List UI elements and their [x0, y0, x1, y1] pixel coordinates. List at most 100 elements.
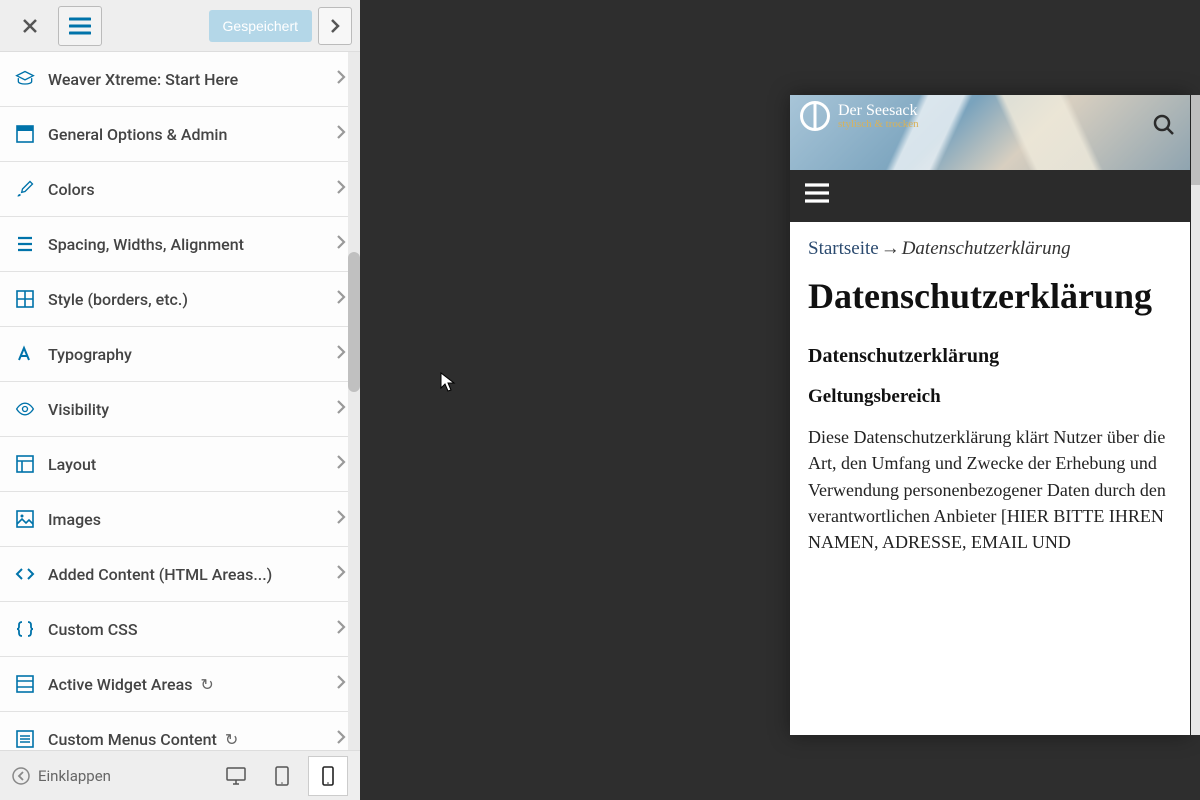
brush-icon: [14, 178, 36, 200]
chevron-right-icon: [336, 124, 346, 145]
search-icon: [1152, 113, 1176, 137]
chevron-right-icon: [330, 18, 340, 34]
logo-icon: [800, 101, 830, 131]
close-button[interactable]: [8, 6, 52, 46]
content-subheading: Geltungsbereich: [808, 386, 1172, 408]
menu-item-panel[interactable]: General Options & Admin: [0, 107, 360, 162]
site-tagline: stylisch & trocken: [838, 119, 919, 130]
menu-item-widget[interactable]: Active Widget Areas ↻: [0, 657, 360, 712]
menu-item-align[interactable]: Spacing, Widths, Alignment: [0, 217, 360, 272]
menu-item-label: Colors: [48, 180, 336, 199]
chevron-right-icon: [336, 289, 346, 310]
chevron-right-icon: [336, 564, 346, 585]
mobile-icon: [321, 765, 335, 787]
layout-icon: [14, 453, 36, 475]
chevron-right-icon: [336, 674, 346, 695]
eye-icon: [14, 398, 36, 420]
menu-item-label: Weaver Xtreme: Start Here: [48, 70, 336, 89]
sidebar-scrollbar-thumb[interactable]: [348, 252, 360, 392]
refresh-icon: ↻: [196, 675, 213, 694]
grid-icon: [14, 288, 36, 310]
menu-item-label: Spacing, Widths, Alignment: [48, 235, 336, 254]
device-mobile-button[interactable]: [308, 756, 348, 796]
menu-item-menu[interactable]: Custom Menus Content ↻: [0, 712, 360, 750]
chevron-right-icon: [336, 69, 346, 90]
close-icon: [22, 18, 38, 34]
device-desktop-button[interactable]: [216, 756, 256, 796]
image-icon: [14, 508, 36, 530]
chevron-right-icon: [336, 179, 346, 200]
breadcrumb-current: Datenschutzerklärung: [902, 238, 1071, 259]
menu-item-eye[interactable]: Visibility: [0, 382, 360, 437]
device-preview-switcher: [216, 756, 348, 796]
widget-icon: [14, 673, 36, 695]
page-title: Datenschutzerklärung: [808, 276, 1172, 317]
desktop-icon: [225, 766, 247, 786]
mobile-preview-frame: Der Seesack stylisch & trocken Startseit…: [790, 95, 1190, 735]
menu-item-label: Images: [48, 510, 336, 529]
hamburger-icon: [69, 17, 91, 35]
settings-menu-button[interactable]: [58, 6, 102, 46]
menu-item-label: Active Widget Areas ↻: [48, 675, 336, 694]
site-logo[interactable]: Der Seesack stylisch & trocken: [800, 101, 919, 131]
menu-item-layout[interactable]: Layout: [0, 437, 360, 492]
collapse-label: Einklappen: [38, 767, 111, 785]
content-paragraph: Diese Datenschutzerklärung klärt Nutzer …: [808, 424, 1172, 554]
code-icon: [14, 563, 36, 585]
chevron-right-icon: [336, 509, 346, 530]
menu-item-grid[interactable]: Style (borders, etc.): [0, 272, 360, 327]
settings-menu-list: Weaver Xtreme: Start Here General Options…: [0, 52, 360, 750]
menu-item-label: Added Content (HTML Areas...): [48, 565, 336, 584]
customizer-sidebar: Gespeichert Weaver Xtreme: Start Here Gen…: [0, 0, 360, 800]
breadcrumb-separator: →: [881, 238, 900, 259]
chevron-right-icon: [336, 454, 346, 475]
breadcrumb: Startseite→Datenschutzerklärung: [808, 238, 1172, 260]
menu-item-label: Style (borders, etc.): [48, 290, 336, 309]
menu-item-label: Visibility: [48, 400, 336, 419]
preview-scrollbar-thumb[interactable]: [1191, 95, 1200, 185]
menu-item-brush[interactable]: Colors: [0, 162, 360, 217]
menu-item-label: General Options & Admin: [48, 125, 336, 144]
mobile-nav-bar: [790, 170, 1190, 222]
chevron-right-icon: [336, 344, 346, 365]
refresh-icon: ↻: [221, 730, 238, 749]
menu-item-graduation-cap[interactable]: Weaver Xtreme: Start Here: [0, 52, 360, 107]
tablet-icon: [273, 765, 291, 787]
menu-icon: [14, 728, 36, 750]
sidebar-footer: Einklappen: [0, 750, 360, 800]
page-content: Startseite→Datenschutzerklärung Datensch…: [790, 222, 1190, 735]
preview-canvas: Der Seesack stylisch & trocken Startseit…: [360, 0, 1200, 800]
hamburger-icon: [804, 182, 830, 204]
site-header-banner: Der Seesack stylisch & trocken: [790, 95, 1190, 170]
chevron-right-icon: [336, 619, 346, 640]
menu-item-label: Custom Menus Content ↻: [48, 730, 336, 749]
braces-icon: [14, 618, 36, 640]
chevron-right-icon: [336, 399, 346, 420]
preview-scrollbar[interactable]: [1191, 95, 1200, 735]
site-title: Der Seesack: [838, 103, 919, 119]
content-heading: Datenschutzerklärung: [808, 345, 1172, 368]
align-icon: [14, 233, 36, 255]
collapse-icon: [12, 767, 30, 785]
menu-item-typography[interactable]: Typography: [0, 327, 360, 382]
saved-status-button: Gespeichert: [209, 10, 312, 42]
sidebar-scrollbar[interactable]: [348, 52, 360, 750]
publish-settings-button[interactable]: [318, 7, 352, 45]
menu-item-label: Typography: [48, 345, 336, 364]
breadcrumb-home-link[interactable]: Startseite: [808, 238, 879, 259]
menu-item-label: Custom CSS: [48, 620, 336, 639]
menu-item-code[interactable]: Added Content (HTML Areas...): [0, 547, 360, 602]
device-tablet-button[interactable]: [262, 756, 302, 796]
menu-item-braces[interactable]: Custom CSS: [0, 602, 360, 657]
search-button[interactable]: [1152, 113, 1176, 143]
typography-icon: [14, 343, 36, 365]
menu-item-image[interactable]: Images: [0, 492, 360, 547]
sidebar-header: Gespeichert: [0, 0, 360, 52]
mobile-menu-button[interactable]: [804, 181, 830, 211]
chevron-right-icon: [336, 729, 346, 750]
graduation-cap-icon: [14, 68, 36, 90]
collapse-sidebar-button[interactable]: Einklappen: [12, 767, 216, 785]
panel-icon: [14, 123, 36, 145]
menu-item-label: Layout: [48, 455, 336, 474]
chevron-right-icon: [336, 234, 346, 255]
